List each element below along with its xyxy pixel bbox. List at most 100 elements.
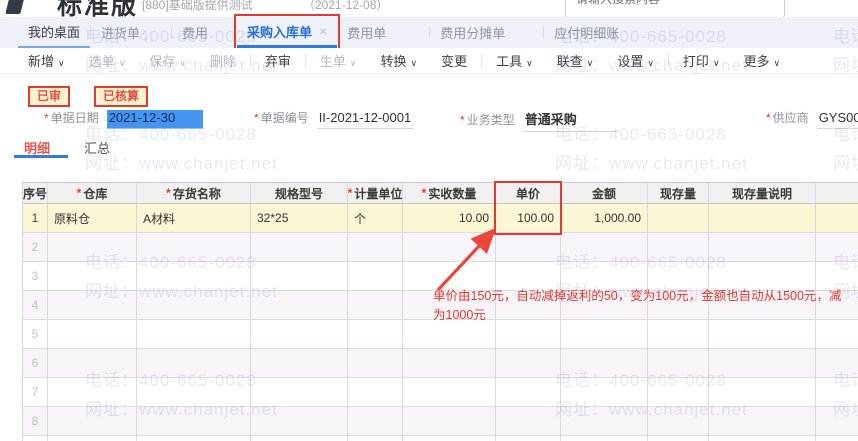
cell-amount[interactable] — [561, 407, 648, 435]
add-button[interactable]: 新增 ∨ — [16, 51, 77, 70]
cell-spec[interactable] — [251, 233, 348, 261]
cell-stock-note[interactable] — [709, 407, 816, 435]
table-row[interactable]: 6 — [23, 349, 858, 378]
cell-warehouse[interactable] — [48, 378, 137, 406]
more-button[interactable]: 更多 ∨ — [732, 51, 793, 70]
cell-unit-price[interactable] — [496, 262, 561, 290]
table-row[interactable]: 7 — [23, 378, 858, 407]
cell-stock[interactable] — [648, 378, 709, 406]
cell-warehouse[interactable] — [48, 407, 137, 435]
cell-amount[interactable]: 1,000.00 — [561, 204, 648, 232]
table-row[interactable]: 8 — [23, 407, 858, 436]
cell-item-name[interactable] — [137, 436, 251, 441]
cell-spec[interactable]: 32*25 — [251, 204, 348, 232]
tab-my-desktop[interactable]: 我的桌面 — [18, 17, 91, 48]
cell-warehouse[interactable] — [48, 233, 137, 261]
cell-stock-note[interactable] — [709, 233, 816, 261]
cell-unit[interactable] — [348, 262, 403, 290]
cell-amount[interactable] — [561, 349, 648, 377]
cell-qty[interactable] — [403, 436, 496, 441]
cell-spec[interactable] — [251, 320, 348, 348]
cell-spec[interactable] — [251, 349, 348, 377]
print-button[interactable]: 打印 ∨ — [671, 51, 732, 70]
cell-warehouse[interactable] — [48, 262, 137, 290]
tab-expense-bill[interactable]: 费用单 — [337, 17, 396, 48]
cell-unit-price[interactable] — [496, 233, 561, 261]
cell-warehouse[interactable]: 原料仓 — [48, 204, 137, 232]
table-row[interactable]: 2 — [23, 233, 858, 262]
cell-item-name[interactable] — [137, 233, 251, 261]
cell-item-name[interactable]: A材料 — [137, 204, 251, 232]
cell-stock-note[interactable] — [709, 262, 816, 290]
cell-warehouse[interactable] — [48, 320, 137, 348]
cell-stock[interactable] — [648, 262, 709, 290]
cell-qty[interactable] — [403, 407, 496, 435]
cell-unit[interactable] — [348, 436, 403, 441]
cell-warehouse[interactable] — [48, 349, 137, 377]
doc-date-input[interactable]: 2021-12-30 — [106, 110, 203, 129]
cell-stock[interactable] — [648, 349, 709, 377]
cell-unit-price[interactable] — [496, 436, 561, 441]
cell-qty[interactable] — [403, 349, 496, 377]
cell-amount[interactable] — [561, 233, 648, 261]
cell-unit[interactable] — [348, 407, 403, 435]
tab-payable-ledger[interactable]: 应付明细账 — [544, 17, 629, 48]
cell-unit[interactable] — [348, 349, 403, 377]
close-tab-icon[interactable]: × — [319, 23, 327, 39]
tab-expense[interactable]: 费用 — [172, 17, 218, 48]
cell-unit[interactable] — [348, 233, 403, 261]
cell-spec[interactable] — [251, 291, 348, 319]
cell-unit[interactable] — [348, 378, 403, 406]
cell-unit[interactable] — [348, 291, 403, 319]
cell-stock-note[interactable] — [709, 378, 816, 406]
cell-unit-price[interactable] — [496, 407, 561, 435]
tab-expense-allocation[interactable]: 费用分摊单 — [430, 17, 515, 48]
cell-spec[interactable] — [251, 407, 348, 435]
cell-stock-note[interactable] — [709, 204, 816, 232]
cell-amount[interactable] — [561, 436, 648, 441]
cell-item-name[interactable] — [137, 320, 251, 348]
cell-warehouse[interactable] — [48, 436, 137, 441]
tab-purchase-order[interactable]: 进货单 — [91, 17, 150, 48]
business-type-input[interactable]: 普通采购 — [522, 109, 619, 132]
cell-unit[interactable] — [348, 320, 403, 348]
cell-item-name[interactable] — [137, 407, 251, 435]
change-button[interactable]: 变更 — [429, 51, 479, 70]
cell-item-name[interactable] — [137, 349, 251, 377]
table-row[interactable]: 9 — [23, 436, 858, 441]
cell-unit-price[interactable]: 100.00 — [496, 204, 561, 232]
cell-qty[interactable] — [403, 262, 496, 290]
cell-stock[interactable] — [648, 436, 709, 441]
cell-amount[interactable] — [561, 378, 648, 406]
cell-unit-price[interactable] — [496, 378, 561, 406]
settings-button[interactable]: 设置 ∨ — [605, 51, 666, 70]
cell-stock[interactable] — [648, 204, 709, 232]
supplier-input[interactable]: GYS002 — [816, 110, 858, 129]
cell-item-name[interactable] — [137, 262, 251, 290]
doc-number-input[interactable]: II-2021-12-0001 — [316, 110, 414, 129]
cell-unit-price[interactable] — [496, 349, 561, 377]
linked-query-button[interactable]: 联查 ∨ — [545, 51, 606, 70]
cell-stock-note[interactable] — [709, 349, 816, 377]
cell-stock-note[interactable] — [709, 436, 816, 441]
cell-stock[interactable] — [648, 407, 709, 435]
cell-unit[interactable]: 个 — [348, 204, 403, 232]
tab-purchase-stockin[interactable]: 采购入库单 × — [234, 14, 341, 51]
cell-spec[interactable] — [251, 436, 348, 441]
cell-qty[interactable] — [403, 378, 496, 406]
cell-amount[interactable] — [561, 262, 648, 290]
unapprove-button[interactable]: 弃审 — [253, 51, 303, 70]
cell-spec[interactable] — [251, 378, 348, 406]
global-search-input[interactable] — [574, 0, 778, 7]
convert-button[interactable]: 转换 ∨ — [368, 51, 429, 70]
cell-qty[interactable]: 10.00 — [403, 204, 496, 232]
cell-warehouse[interactable] — [48, 291, 137, 319]
tools-button[interactable]: 工具 ∨ — [484, 51, 545, 70]
cell-qty[interactable] — [403, 233, 496, 261]
cell-stock[interactable] — [648, 233, 709, 261]
global-search-box[interactable] — [565, 0, 785, 18]
cell-spec[interactable] — [251, 262, 348, 290]
subtab-summary[interactable]: 汇总 — [84, 138, 110, 157]
cell-item-name[interactable] — [137, 378, 251, 406]
cell-item-name[interactable] — [137, 291, 251, 319]
